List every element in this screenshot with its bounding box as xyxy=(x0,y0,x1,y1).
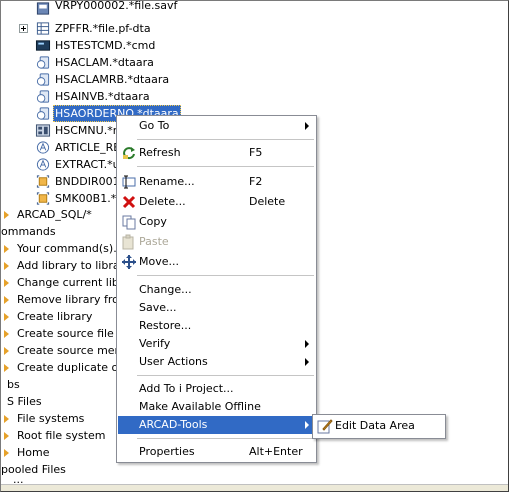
rename-icon xyxy=(122,175,136,189)
tree-item-add-library[interactable]: Add library to library xyxy=(3,257,131,274)
menu-separator xyxy=(137,139,314,140)
arcad-tools-submenu: Edit Data Area xyxy=(312,414,446,439)
expand-arrow-icon[interactable] xyxy=(4,364,9,372)
expand-arrow-icon[interactable] xyxy=(4,211,9,219)
menu-item-user-actions[interactable]: User Actions xyxy=(118,353,315,371)
tree-item-extract[interactable]: EXTRACT.*u xyxy=(35,156,120,173)
tree-item-your-commands[interactable]: Your command(s)... xyxy=(3,240,124,257)
tree-item-create-source-file[interactable]: Create source file xyxy=(3,325,114,342)
menu-item-restore[interactable]: Restore... xyxy=(118,317,315,335)
submenu-arrow-icon xyxy=(305,358,309,366)
menu-item-verify[interactable]: Verify xyxy=(118,335,315,353)
tree-item-commands[interactable]: ommands xyxy=(1,223,56,240)
menu-separator xyxy=(137,375,314,376)
tree-item-change-current-library[interactable]: Change current libra xyxy=(3,274,130,291)
refresh-icon xyxy=(123,147,135,160)
menu-item-rename[interactable]: Rename... F2 xyxy=(118,173,315,191)
binding-directory-icon xyxy=(36,192,50,205)
expand-arrow-icon[interactable] xyxy=(4,245,9,253)
tree-item-zpffr[interactable]: ZPFFR.*file.pf-dta xyxy=(19,20,151,37)
tree-view-panel: VRPY000002.*file.savf ZPFFR.*file.pf-dta… xyxy=(0,0,509,492)
physical-file-icon xyxy=(36,22,50,35)
move-icon xyxy=(122,255,136,269)
expand-arrow-icon[interactable] xyxy=(4,347,9,355)
menu-separator xyxy=(137,275,314,276)
menu-item-change[interactable]: Change... xyxy=(118,281,315,299)
expand-arrow-icon[interactable] xyxy=(4,415,9,423)
menu-item-refresh[interactable]: Refresh F5 xyxy=(118,144,315,162)
tree-item-create-duplicate-object[interactable]: Create duplicate obj xyxy=(3,359,128,376)
expand-icon[interactable] xyxy=(19,24,28,33)
tree-item-file-systems[interactable]: File systems xyxy=(3,410,84,427)
tree-item-root-file-system[interactable]: Root file system xyxy=(3,427,105,444)
save-file-icon xyxy=(36,2,50,15)
expand-arrow-icon[interactable] xyxy=(4,262,9,270)
submenu-arrow-icon xyxy=(305,122,309,130)
tree-item-remove-library[interactable]: Remove library from xyxy=(3,291,130,308)
tree-item-hsaclamrb[interactable]: HSACLAMRB.*dtaara xyxy=(35,71,169,88)
menu-separator xyxy=(137,166,314,167)
paste-icon xyxy=(122,234,134,250)
command-icon xyxy=(35,40,51,51)
tree-item-hstestcmd[interactable]: HSTESTCMD.*cmd xyxy=(35,37,155,54)
binding-directory-icon xyxy=(36,175,50,188)
tree-item-ifs-files[interactable]: S Files xyxy=(1,393,42,410)
tree-item-create-source-member[interactable]: Create source memb xyxy=(3,342,132,359)
submenu-arrow-icon xyxy=(305,340,309,348)
expand-arrow-icon[interactable] xyxy=(4,449,9,457)
expand-arrow-icon[interactable] xyxy=(4,432,9,440)
program-object-icon xyxy=(36,141,50,154)
copy-icon xyxy=(122,215,136,230)
expand-arrow-icon[interactable] xyxy=(4,330,9,338)
data-area-icon xyxy=(36,56,50,69)
tree-item-home[interactable]: Home xyxy=(3,444,49,461)
tree-item-create-library[interactable]: Create library xyxy=(3,308,92,325)
data-area-icon xyxy=(36,73,50,86)
menu-separator xyxy=(137,438,314,439)
tree-item-hscmnu[interactable]: HSCMNU.*m xyxy=(35,122,123,139)
expand-arrow-icon[interactable] xyxy=(4,279,9,287)
delete-icon xyxy=(122,195,136,209)
expand-arrow-icon[interactable] xyxy=(4,296,9,304)
data-area-icon xyxy=(36,107,50,120)
menu-item-make-available-offline[interactable]: Make Available Offline xyxy=(118,398,315,416)
menu-item-move[interactable]: Move... xyxy=(118,253,315,271)
menu-item-paste[interactable]: Paste xyxy=(118,233,315,251)
edit-data-area-icon xyxy=(317,419,333,434)
tree-item-hsainvb[interactable]: HSAINVB.*dtaara xyxy=(35,88,150,105)
menu-item-arcad-tools[interactable]: ARCAD-Tools xyxy=(118,416,315,434)
tree-item-jobs[interactable]: bs xyxy=(1,376,20,393)
menu-item-add-to-project[interactable]: Add To i Project... xyxy=(118,380,315,398)
program-object-icon xyxy=(36,158,50,171)
context-menu: Go To Refresh F5 Rename... F2 Delete... … xyxy=(116,115,317,463)
submenu-arrow-icon xyxy=(305,421,309,429)
tree-item-vrpy000002[interactable]: VRPY000002.*file.savf xyxy=(21,1,177,20)
expand-arrow-icon[interactable] xyxy=(4,313,9,321)
tree-item-bnddir001[interactable]: BNDDIR001. xyxy=(35,173,123,190)
tree-item-smk00b1[interactable]: SMK00B1.*b xyxy=(35,190,123,207)
menu-object-icon xyxy=(35,124,51,137)
tree-item-hsaclam[interactable]: HSACLAM.*dtaara xyxy=(35,54,154,71)
tree-item-arcad-sql[interactable]: ARCAD_SQL/* xyxy=(3,206,92,223)
tree-item-article-re[interactable]: ARTICLE_RE xyxy=(35,139,120,156)
menu-item-copy[interactable]: Copy xyxy=(118,213,315,231)
tree-item-partial[interactable]: ... xyxy=(9,475,24,485)
menu-item-properties[interactable]: Properties Alt+Enter xyxy=(118,443,315,461)
menu-item-go-to[interactable]: Go To xyxy=(118,117,315,135)
menu-item-delete[interactable]: Delete... Delete xyxy=(118,193,315,211)
menu-item-save[interactable]: Save... xyxy=(118,299,315,317)
data-area-icon xyxy=(36,90,50,103)
menu-item-edit-data-area[interactable]: Edit Data Area xyxy=(314,417,444,435)
